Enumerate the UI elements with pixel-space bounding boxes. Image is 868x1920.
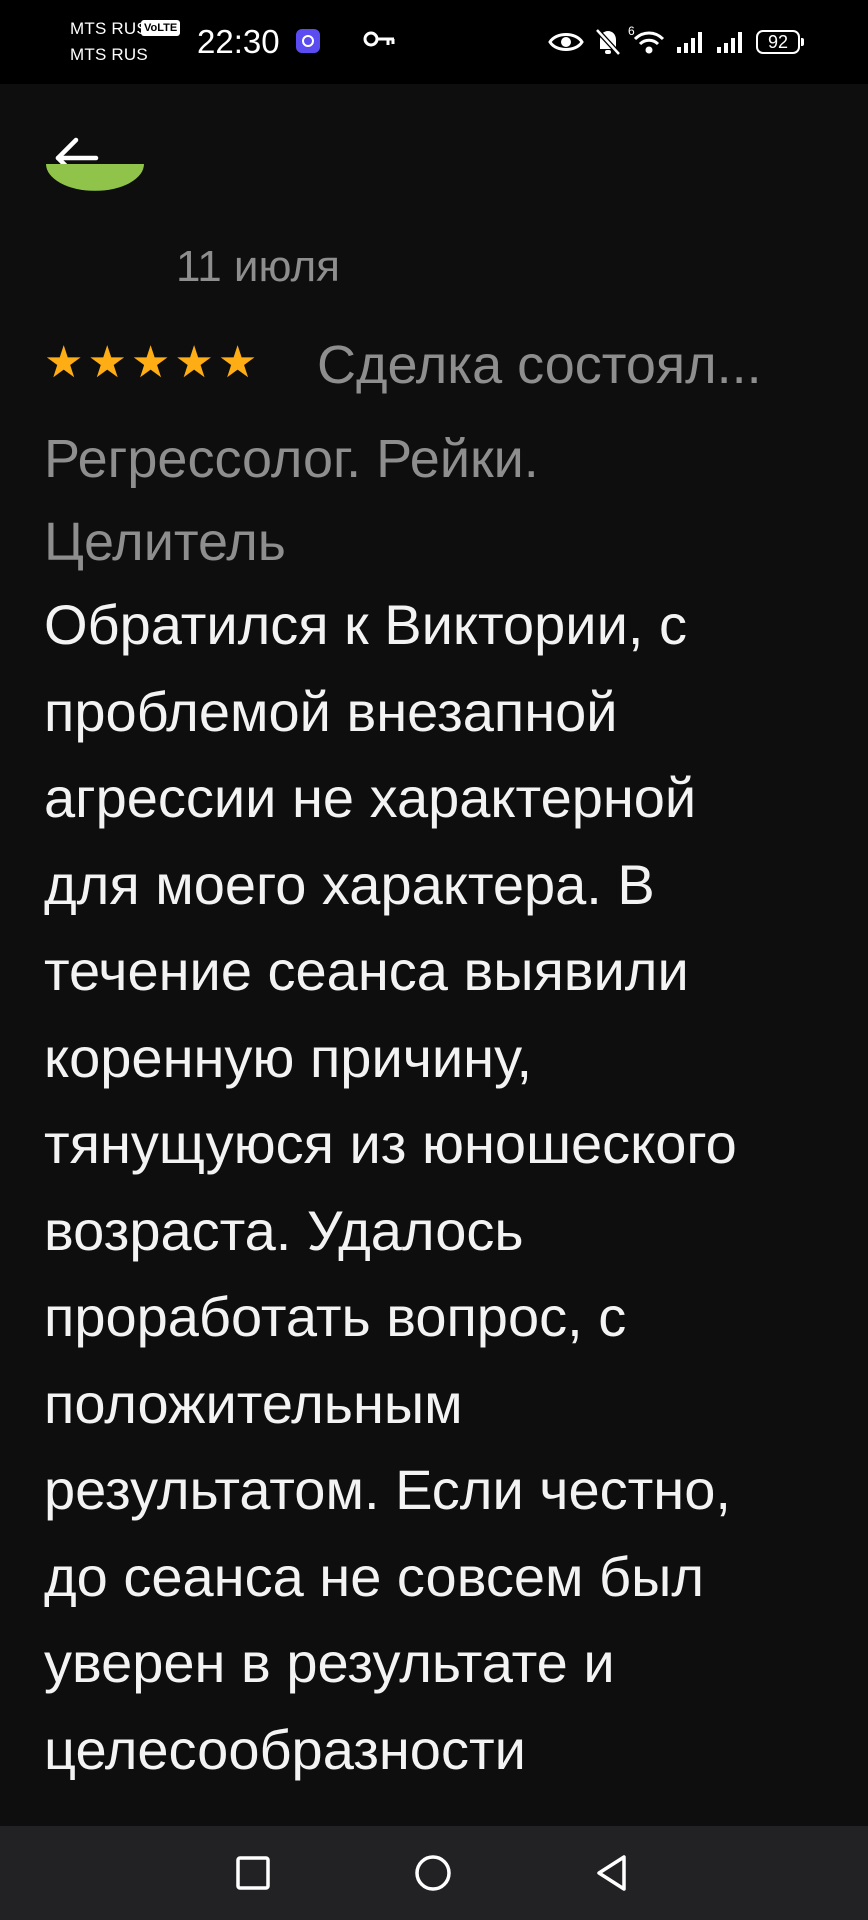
carrier-label-1: MTS RUS (70, 19, 148, 38)
system-nav-bar (0, 1826, 868, 1920)
status-icons: 6 92 (548, 24, 804, 60)
signal-icon (716, 29, 746, 55)
signal-icon (676, 29, 706, 55)
review-text-line: агрессии не характерной (44, 766, 697, 829)
rating-stars: ★ ★ ★ ★ ★ (44, 340, 257, 386)
review-text-line: целесообразности (44, 1717, 526, 1781)
review-text-line: проблемой внезапной (44, 679, 618, 743)
review-text-line: положительным (44, 1371, 463, 1435)
review-text-line: результатом. Если честно, (44, 1458, 731, 1521)
review-text-line: Обратился к Виктории, с (44, 593, 687, 656)
star-icon: ★ (130, 338, 171, 387)
service-name: Регрессолог. Рейки. Целитель (44, 418, 804, 584)
recents-button[interactable] (230, 1850, 276, 1896)
bell-muted-icon (594, 27, 622, 57)
home-button[interactable] (410, 1850, 456, 1896)
review-text-line: проработать вопрос, с (44, 1285, 627, 1348)
review-text-line: уверен в результате и (44, 1631, 615, 1694)
volte-badge: VoLTE (141, 20, 181, 36)
app-notification-icon (296, 29, 320, 53)
review-text-line: до сеанса не совсем был (44, 1544, 705, 1608)
battery-icon: 92 (756, 30, 804, 54)
circle-home-icon (415, 1855, 451, 1891)
review-text-line: течение сеанса выявили (44, 939, 689, 1002)
service-line: Целитель (44, 512, 286, 572)
review-text-line: коренную причину, (44, 1025, 533, 1089)
star-icon: ★ (44, 338, 84, 387)
star-icon: ★ (217, 338, 258, 387)
wifi-icon: 6 (628, 24, 666, 56)
triangle-back-icon (597, 1855, 626, 1891)
review-date: 11 июля (176, 242, 341, 291)
wifi-label: 6 (628, 24, 635, 38)
review-text-line: возраста. Удалось (44, 1198, 524, 1262)
key-icon (363, 28, 397, 55)
review-text-line: для моего характера. В (44, 852, 655, 916)
star-icon: ★ (87, 338, 127, 387)
eye-icon (548, 29, 584, 55)
status-clock: 22:30 (197, 23, 280, 60)
system-back-button[interactable] (590, 1850, 636, 1896)
star-icon: ★ (174, 338, 214, 387)
square-recents-icon (236, 1856, 270, 1890)
review-text-line: тянущуюся из юношеского (44, 1112, 737, 1175)
carrier-label-2: MTS RUS (70, 45, 148, 64)
status-bar: MTS RUS VoLTE MTS RUS 22:30 6 92 (0, 0, 868, 84)
review-text: Обратился к Виктории, с проблемой внезап… (44, 582, 834, 1793)
deal-status: Сделка состоял... (317, 335, 762, 395)
service-line: Регрессолог. Рейки. (44, 429, 539, 489)
